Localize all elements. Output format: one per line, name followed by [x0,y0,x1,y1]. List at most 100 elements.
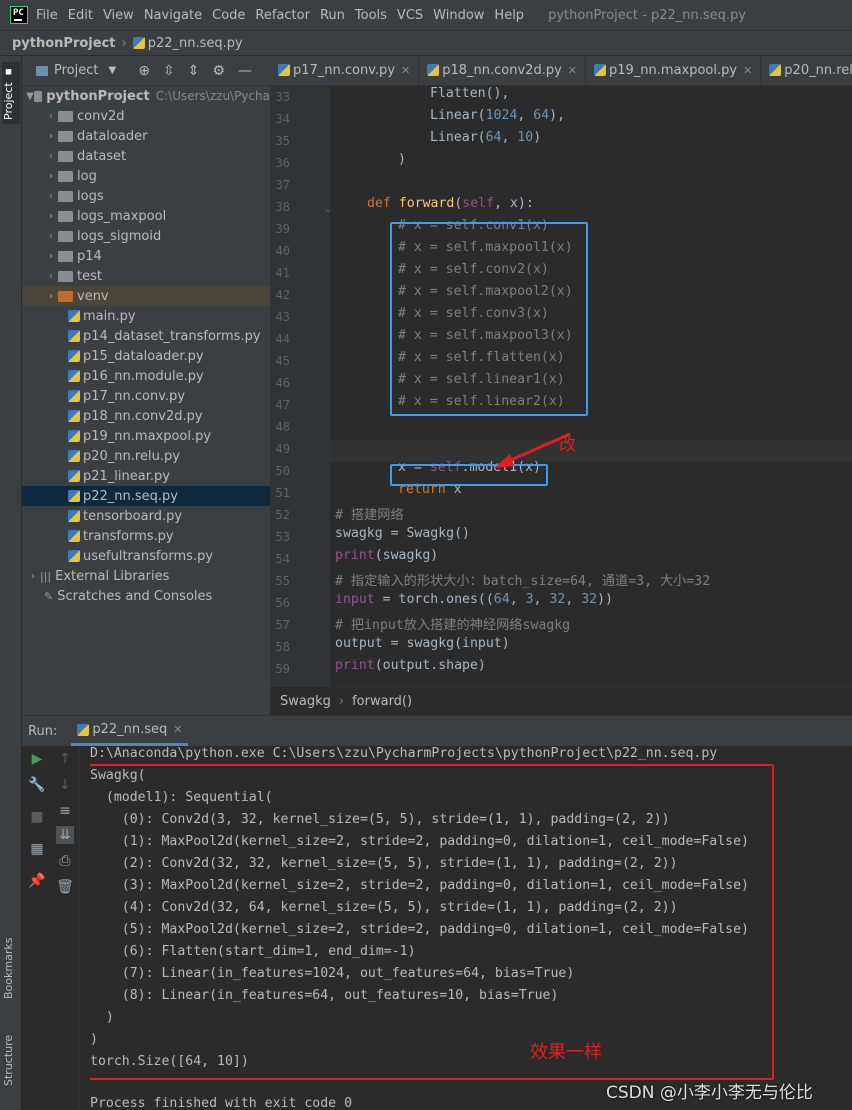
tree-folder[interactable]: › dataloader [22,126,270,146]
arrow-down-icon[interactable]: ↓ [56,776,74,794]
arrow-up-icon[interactable]: ↑ [56,750,74,768]
tree-file[interactable]: p15_dataloader.py [22,346,270,366]
run-icon[interactable]: ▶ [28,750,46,768]
project-tool-tab[interactable]: Project ▪ [2,62,20,124]
close-icon[interactable]: ✕ [173,723,182,736]
layout-icon[interactable]: ▦ [28,840,46,858]
breadcrumb-method[interactable]: forward() [352,694,412,709]
wrench-icon[interactable]: 🔧 [28,776,46,794]
chevron-right-icon[interactable]: › [44,111,58,122]
scratches-icon: ✎ [44,589,54,603]
tree-folder[interactable]: › p14 [22,246,270,266]
tree-folder[interactable]: › venv [22,286,270,306]
chevron-down-icon[interactable]: ▼ [26,91,34,102]
tree-file[interactable]: p17_nn.conv.py [22,386,270,406]
tree-folder[interactable]: › dataset [22,146,270,166]
tree-file[interactable]: usefultransforms.py [22,546,270,566]
breadcrumb-file[interactable]: p22_nn.seq.py [148,36,243,51]
chevron-right-icon[interactable]: › [44,231,58,242]
code-token: 32 [549,592,566,607]
tree-folder[interactable]: › test [22,266,270,286]
chevron-right-icon[interactable]: › [44,191,58,202]
folder-icon [58,230,73,242]
breadcrumb-class[interactable]: Swagkg [280,694,331,709]
soft-wrap-icon[interactable]: ≡ [56,802,74,820]
chevron-right-icon[interactable]: › [44,171,58,182]
line-number: 33 [275,90,290,104]
menu-edit[interactable]: Edit [68,8,93,23]
code-token: 64 [493,592,510,607]
code-line-34: Linear(1024, 64), [430,108,565,130]
menu-code[interactable]: Code [212,8,245,23]
tab-p20[interactable]: p20_nn.relu.py [761,55,852,85]
tree-folder[interactable]: › logs_maxpool [22,206,270,226]
close-icon[interactable]: ✕ [743,64,752,77]
code-breadcrumbs: Swagkg › forward() [270,686,852,715]
tree-folder[interactable]: › conv2d [22,106,270,126]
hide-icon[interactable]: — [238,63,252,79]
tree-file[interactable]: p20_nn.relu.py [22,446,270,466]
tree-file-selected[interactable]: p22_nn.seq.py [22,486,270,506]
tree-external-libraries[interactable]: › ||| External Libraries [22,566,270,586]
menu-navigate[interactable]: Navigate [144,8,202,23]
tab-p18[interactable]: p18_nn.conv2d.py ✕ [419,55,586,85]
chevron-right-icon[interactable]: › [44,291,58,302]
code-token: print [335,658,375,673]
breadcrumb-project[interactable]: pythonProject [12,36,116,51]
tree-folder[interactable]: › logs_sigmoid [22,226,270,246]
collapse-all-icon[interactable]: ⇕ [188,63,200,79]
close-icon[interactable]: ✕ [401,64,410,77]
code-token: , [533,592,550,607]
menu-vcs[interactable]: VCS [397,8,423,23]
project-panel-title[interactable]: Project [54,63,98,78]
tree-file[interactable]: p21_linear.py [22,466,270,486]
scroll-to-end-icon[interactable]: ⇊ [56,826,74,844]
menu-view[interactable]: View [103,8,134,23]
chevron-right-icon[interactable]: › [44,271,58,282]
tab-p19[interactable]: p19_nn.maxpool.py ✕ [586,55,762,85]
tree-file[interactable]: main.py [22,306,270,326]
menu-window[interactable]: Window [433,8,484,23]
menu-file[interactable]: File [36,8,58,23]
code-token: 64 [485,130,502,145]
tree-file[interactable]: p19_nn.maxpool.py [22,426,270,446]
menu-tools[interactable]: Tools [355,8,387,23]
chevron-right-icon[interactable]: › [44,211,58,222]
bookmarks-tool-tab[interactable]: Bookmarks [2,932,20,1004]
tree-folder[interactable]: › logs [22,186,270,206]
structure-tool-tab[interactable]: Structure [2,1028,20,1092]
tab-label: p17_nn.conv.py [293,62,396,78]
console-output[interactable]: D:\Anaconda\python.exe C:\Users\zzu\Pych… [90,746,850,1110]
project-tree: ▼ pythonProject C:\Users\zzu\Pycha › conv… [22,86,270,606]
chevron-down-icon[interactable]: ▼ [108,65,116,76]
tree-scratches[interactable]: ✎ Scratches and Consoles [22,586,270,606]
close-icon[interactable]: ✕ [568,64,577,77]
expand-all-icon[interactable]: ⇳ [163,63,175,79]
run-tab[interactable]: p22_nn.seq ✕ [71,716,189,746]
gear-icon[interactable]: ⚙ [212,63,225,79]
locate-icon[interactable]: ⊕ [138,63,150,79]
tree-file[interactable]: p14_dataset_transforms.py [22,326,270,346]
tree-file[interactable]: p18_nn.conv2d.py [22,406,270,426]
trash-icon[interactable]: 🗑 [56,878,74,896]
menu-run[interactable]: Run [320,8,345,23]
chevron-right-icon[interactable]: › [44,251,58,262]
tree-file[interactable]: transforms.py [22,526,270,546]
code-token: , [509,592,526,607]
tree-file[interactable]: p16_nn.module.py [22,366,270,386]
stop-icon[interactable]: ■ [28,808,46,826]
tree-root[interactable]: ▼ pythonProject C:\Users\zzu\Pycha [22,86,270,106]
chevron-right-icon[interactable]: › [44,151,58,162]
pin-icon[interactable]: 📌 [28,872,46,890]
print-icon[interactable]: ⎙ [56,852,74,870]
chevron-right-icon[interactable]: › [26,571,40,582]
tree-folder[interactable]: › log [22,166,270,186]
tab-p17[interactable]: p17_nn.conv.py ✕ [270,55,420,85]
menu-help[interactable]: Help [494,8,524,23]
chevron-right-icon[interactable]: › [44,131,58,142]
code-area[interactable]: Flatten(), Linear(1024, 64), Linear(64, … [330,86,852,686]
tree-file[interactable]: tensorboard.py [22,506,270,526]
code-line-35: Linear(64, 10) [430,130,541,152]
line-number: 45 [275,354,290,368]
menu-refactor[interactable]: Refactor [255,8,310,23]
